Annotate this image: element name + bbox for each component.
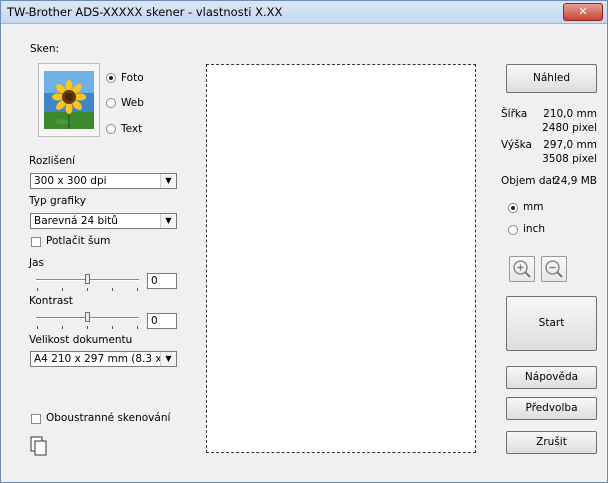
scan-text-radio[interactable] (106, 124, 116, 134)
scan-web-radio[interactable] (106, 98, 116, 108)
zoom-in-button[interactable] (509, 256, 535, 282)
preset-button[interactable]: Předvolba (506, 397, 597, 420)
data-size-value: 24,9 MB (554, 175, 597, 187)
data-size-label: Objem dat: (501, 175, 560, 187)
photo-preview-image (38, 63, 100, 137)
scanner-properties-window: TW-Brother ADS-XXXXX skener - vlastnosti… (0, 0, 608, 483)
resolution-select[interactable]: 300 x 300 dpi ▼ (30, 173, 177, 189)
help-button[interactable]: Nápověda (506, 366, 597, 389)
brightness-tick (112, 288, 113, 291)
scan-type-value: Barevná 24 bitů (34, 215, 118, 227)
width-label: Šířka (501, 108, 528, 120)
preview-area[interactable] (206, 64, 476, 453)
contrast-input[interactable]: 0 (147, 313, 177, 329)
contrast-slider-thumb[interactable] (85, 312, 90, 322)
scan-photo-radio[interactable] (106, 73, 116, 83)
chevron-down-icon: ▼ (160, 214, 176, 228)
close-button[interactable]: ✕ (563, 3, 603, 21)
document-size-select[interactable]: A4 210 x 297 mm (8.3 x 11. ▼ (30, 351, 177, 367)
noise-reduction-checkbox[interactable] (31, 237, 41, 247)
duplex-label: Oboustranné skenování (46, 412, 171, 424)
brightness-tick (87, 288, 88, 291)
height-mm-value: 297,0 mm (543, 139, 597, 151)
document-size-value: A4 210 x 297 mm (8.3 x 11. (34, 353, 177, 365)
chevron-down-icon: ▼ (160, 352, 176, 366)
scan-type-label: Typ grafiky (29, 195, 86, 207)
zoom-out-button[interactable] (541, 256, 567, 282)
contrast-label: Kontrast (29, 295, 73, 307)
contrast-tick (37, 326, 38, 329)
title-bar: TW-Brother ADS-XXXXX skener - vlastnosti… (1, 1, 607, 24)
contrast-tick (62, 326, 63, 329)
unit-inch-radio[interactable] (508, 225, 518, 235)
duplex-checkbox[interactable] (31, 414, 41, 424)
zoom-in-icon (513, 260, 531, 278)
unit-mm-label: mm (523, 201, 544, 213)
cancel-button[interactable]: Zrušit (506, 431, 597, 454)
resolution-label: Rozlišení (29, 155, 76, 167)
scan-text-label: Text (121, 123, 143, 135)
brightness-slider-thumb[interactable] (85, 274, 90, 284)
brightness-tick (137, 288, 138, 291)
document-size-label: Velikost dokumentu (29, 334, 133, 346)
brightness-label: Jas (29, 257, 45, 269)
document-icon (30, 436, 47, 456)
contrast-tick (87, 326, 88, 329)
noise-reduction-label: Potlačit šum (46, 235, 111, 247)
scan-photo-label: Foto (121, 72, 144, 84)
preview-button[interactable]: Náhled (506, 64, 597, 93)
scan-label: Sken: (30, 43, 60, 55)
sunflower-icon (39, 64, 99, 136)
window-title: TW-Brother ADS-XXXXX skener - vlastnosti… (7, 5, 283, 19)
resolution-value: 300 x 300 dpi (34, 175, 107, 187)
scan-web-label: Web (121, 97, 144, 109)
brightness-input[interactable]: 0 (147, 273, 177, 289)
start-button[interactable]: Start (506, 296, 597, 351)
scan-type-select[interactable]: Barevná 24 bitů ▼ (30, 213, 177, 229)
chevron-down-icon: ▼ (160, 174, 176, 188)
brightness-tick (37, 288, 38, 291)
height-px-value: 3508 pixel (542, 153, 597, 165)
contrast-tick (137, 326, 138, 329)
width-mm-value: 210,0 mm (543, 108, 597, 120)
zoom-out-icon (545, 260, 563, 278)
brightness-tick (62, 288, 63, 291)
width-px-value: 2480 pixel (542, 122, 597, 134)
duplex-pages-icon (30, 436, 48, 459)
unit-inch-label: inch (523, 223, 545, 235)
height-label: Výška (501, 139, 532, 151)
contrast-tick (112, 326, 113, 329)
unit-mm-radio[interactable] (508, 203, 518, 213)
